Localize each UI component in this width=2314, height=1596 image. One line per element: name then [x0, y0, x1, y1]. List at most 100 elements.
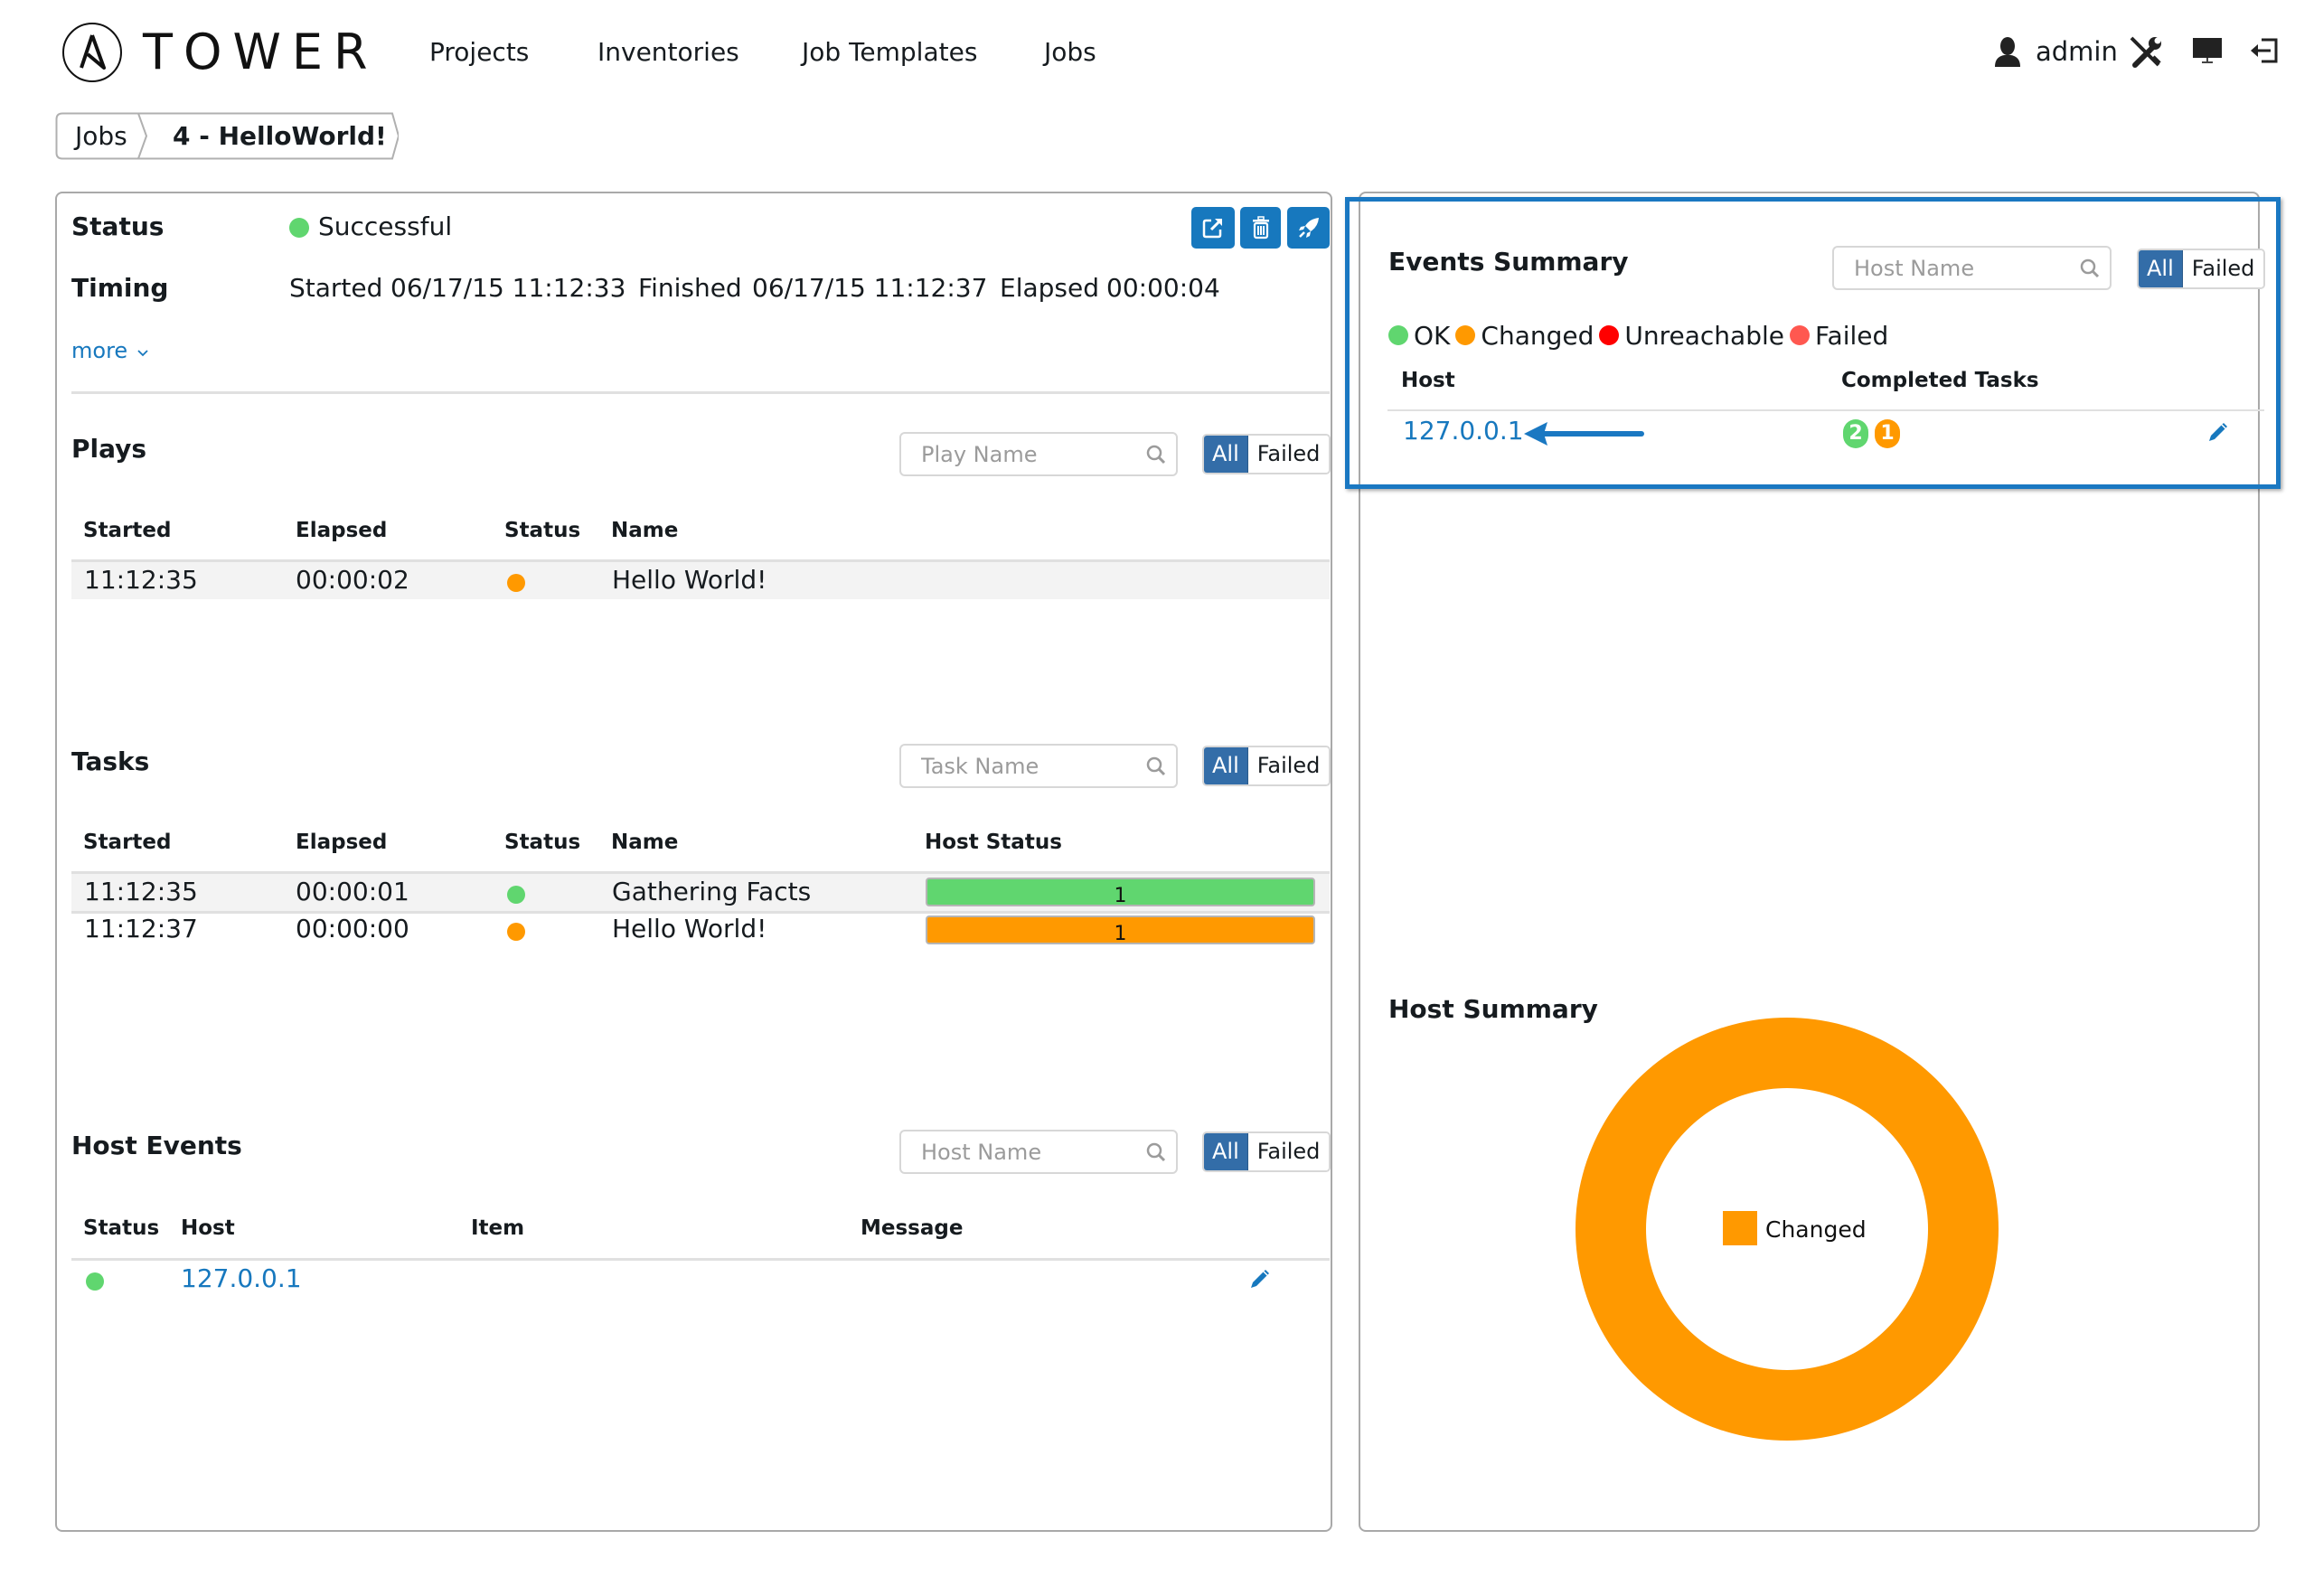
nav-jobs[interactable]: Jobs	[1044, 36, 1096, 69]
view-output-button[interactable]	[1191, 207, 1235, 249]
status-divider	[71, 391, 1330, 394]
status-ok-dot	[289, 218, 309, 238]
task-name: Hello World!	[612, 914, 767, 944]
play-status-changed-dot	[507, 574, 525, 592]
tasks-filter-failed[interactable]: Failed	[1247, 747, 1330, 784]
plays-filter-all[interactable]: All	[1204, 436, 1248, 473]
events-col-host: Host	[1401, 369, 1455, 392]
host-events-search	[899, 1130, 1178, 1174]
pencil-icon	[1251, 1270, 1269, 1288]
breadcrumb-jobs-link[interactable]: Jobs	[75, 121, 127, 152]
delete-job-button[interactable]	[1240, 207, 1281, 249]
events-summary-title: Events Summary	[1388, 247, 1629, 277]
plays-col-elapsed: Elapsed	[296, 519, 388, 542]
finished-label: Finished	[638, 273, 742, 303]
play-name: Hello World!	[612, 565, 767, 595]
legend-unreachable-label: Unreachable	[1624, 320, 1784, 351]
task-status-ok-dot	[507, 886, 525, 904]
monitor-icon[interactable]	[2191, 34, 2227, 70]
plays-col-name: Name	[611, 519, 679, 542]
completed-ok-badge: 2	[1843, 419, 1868, 448]
host-event-host-link[interactable]: 127.0.0.1	[181, 1263, 302, 1294]
host-events-filter-failed[interactable]: Failed	[1247, 1133, 1330, 1170]
tasks-col-host-status: Host Status	[925, 831, 1062, 854]
events-col-completed-tasks: Completed Tasks	[1841, 369, 2039, 392]
more-toggle[interactable]: more	[71, 337, 149, 364]
search-icon[interactable]	[1145, 1141, 1167, 1163]
events-summary-filter-toggle: All Failed	[2137, 249, 2266, 289]
task-name-input[interactable]	[921, 753, 1129, 780]
completed-changed-badge: 1	[1875, 419, 1900, 448]
table-row[interactable]: 11:12:35 00:00:01 Gathering Facts 1	[71, 874, 1330, 911]
started-label: Started	[289, 273, 383, 303]
started-value: 06/17/15 11:12:33	[390, 273, 626, 303]
tasks-col-started: Started	[83, 831, 172, 854]
legend-ok-label: OK	[1414, 320, 1451, 351]
edit-host-button[interactable]	[1248, 1267, 1272, 1294]
relaunch-job-button[interactable]	[1287, 207, 1330, 249]
host-status-ok-bar[interactable]: 1	[926, 878, 1315, 907]
task-status-changed-dot	[507, 923, 525, 941]
legend-changed-dot	[1455, 325, 1476, 345]
ansible-logo-icon[interactable]	[62, 23, 122, 82]
tasks-col-status: Status	[504, 831, 581, 854]
tasks-filter-all[interactable]: All	[1204, 747, 1248, 784]
nav-projects[interactable]: Projects	[429, 36, 529, 69]
play-search	[899, 432, 1178, 476]
relaunch-rocket-icon	[1298, 218, 1319, 238]
play-started: 11:12:35	[84, 565, 198, 595]
events-summary-host-input[interactable]	[1854, 255, 2062, 282]
username-link[interactable]: admin	[2036, 35, 2118, 68]
host-events-name-input[interactable]	[921, 1139, 1129, 1166]
nav-job-templates[interactable]: Job Templates	[802, 36, 977, 69]
play-name-input[interactable]	[921, 441, 1129, 468]
search-icon[interactable]	[1145, 444, 1167, 465]
status-value: Successful	[318, 211, 453, 241]
plays-title: Plays	[71, 434, 147, 464]
tasks-col-elapsed: Elapsed	[296, 831, 388, 854]
plays-col-started: Started	[83, 519, 172, 542]
task-started: 11:12:35	[84, 877, 198, 906]
host-status-changed-bar[interactable]: 1	[926, 915, 1315, 945]
tower-logo-text[interactable]: TOWER	[143, 25, 379, 80]
host-events-col-host: Host	[181, 1216, 235, 1240]
task-search	[899, 744, 1178, 788]
more-label: more	[71, 338, 128, 363]
legend-label-changed: Changed	[1765, 1216, 1867, 1243]
events-summary-filter-failed[interactable]: Failed	[2182, 250, 2264, 287]
events-summary-search	[1832, 246, 2112, 290]
edit-host-summary-button[interactable]	[2206, 420, 2230, 447]
host-events-title: Host Events	[71, 1131, 242, 1160]
table-row[interactable]: 127.0.0.1	[71, 1262, 1330, 1298]
breadcrumb: Jobs 4 - HelloWorld!	[55, 112, 399, 160]
host-events-header-divider	[71, 1258, 1330, 1261]
user-icon[interactable]	[1993, 36, 2022, 72]
legend-swatch-changed	[1723, 1211, 1757, 1245]
plays-col-status: Status	[504, 519, 581, 542]
host-summary-donut-chart: Changed	[1575, 1018, 1999, 1441]
plays-filter-failed[interactable]: Failed	[1247, 436, 1330, 473]
tasks-title: Tasks	[71, 746, 150, 776]
tools-icon[interactable]	[2128, 34, 2164, 70]
elapsed-label: Elapsed	[1000, 273, 1099, 303]
timing-label: Timing	[71, 273, 169, 303]
elapsed-value: 00:00:04	[1106, 273, 1220, 303]
host-events-filter-all[interactable]: All	[1204, 1133, 1248, 1170]
events-host-link[interactable]: 127.0.0.1	[1403, 416, 1524, 446]
legend-failed-dot	[1790, 325, 1810, 345]
table-row[interactable]: 11:12:35 00:00:02 Hello World!	[71, 562, 1330, 599]
search-icon[interactable]	[2079, 258, 2101, 279]
external-link-icon	[1202, 218, 1223, 239]
play-elapsed: 00:00:02	[296, 565, 409, 595]
logout-icon[interactable]	[2249, 34, 2285, 70]
annotation-arrow-icon	[1522, 418, 1645, 453]
tasks-col-name: Name	[611, 831, 679, 854]
nav-inventories[interactable]: Inventories	[597, 36, 739, 69]
search-icon[interactable]	[1145, 756, 1167, 777]
legend-failed-label: Failed	[1815, 320, 1889, 351]
events-summary-filter-all[interactable]: All	[2139, 250, 2183, 287]
host-events-col-item: Item	[471, 1216, 525, 1240]
legend-ok-dot	[1388, 325, 1408, 345]
table-row[interactable]: 11:12:37 00:00:00 Hello World! 1	[71, 913, 1330, 950]
tasks-filter-toggle: All Failed	[1202, 746, 1331, 786]
